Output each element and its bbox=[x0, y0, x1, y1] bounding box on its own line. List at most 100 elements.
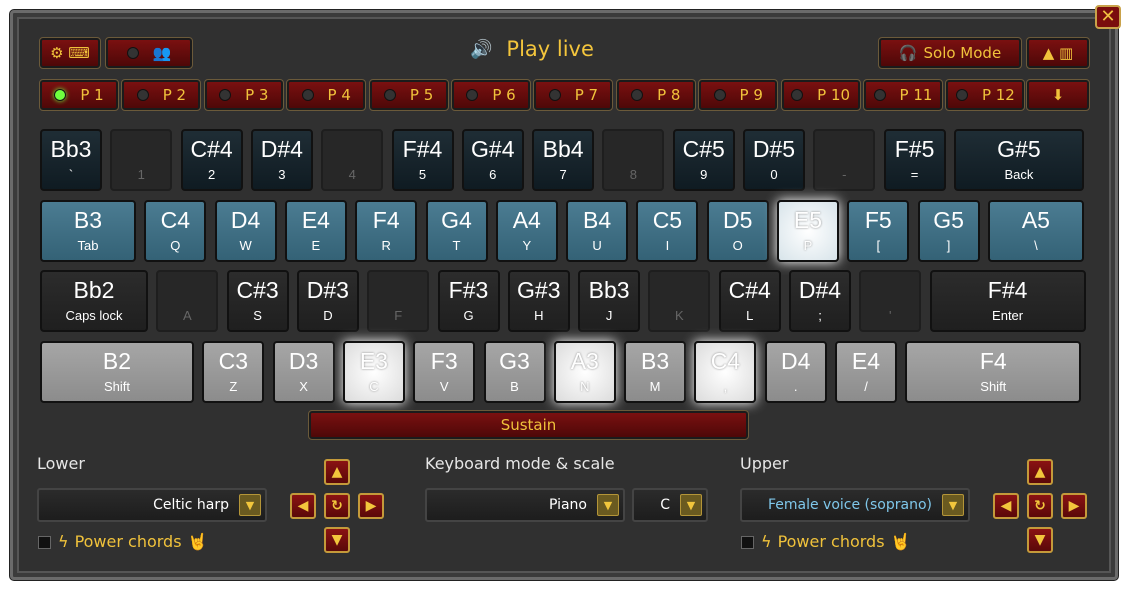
preset-button-6[interactable]: P 6 bbox=[451, 79, 531, 111]
key-note: G#4 bbox=[471, 136, 515, 162]
key-shortcut: L bbox=[746, 308, 754, 323]
key-row3-9[interactable]: C#4 L bbox=[718, 270, 781, 332]
lightning-icon: ϟ bbox=[761, 532, 772, 551]
key-row2-0[interactable]: B3 Tab bbox=[40, 200, 136, 262]
key-row3-12[interactable]: F#4 Enter bbox=[929, 270, 1086, 332]
key-row2-5[interactable]: G4 T bbox=[425, 200, 488, 262]
upper-left-button[interactable]: ◀ bbox=[993, 493, 1019, 519]
reset-icon: ↻ bbox=[331, 498, 343, 514]
key-row1-8[interactable]: 8 bbox=[602, 129, 665, 191]
sustain-label: Sustain bbox=[500, 416, 557, 434]
key-row4-8[interactable]: C4, bbox=[694, 341, 757, 403]
key-row3-5[interactable]: F#3 G bbox=[437, 270, 500, 332]
key-row3-10[interactable]: D#4; bbox=[789, 270, 851, 332]
lower-power-chords[interactable]: ϟ Power chords 🤘 bbox=[58, 532, 207, 551]
key-row4-11[interactable]: F4 Shift bbox=[905, 341, 1082, 403]
upper-power-chords[interactable]: ϟ Power chords 🤘 bbox=[761, 532, 910, 551]
key-row3-4[interactable]: F bbox=[367, 270, 430, 332]
key-row4-4[interactable]: F3 V bbox=[413, 341, 476, 403]
key-row1-2[interactable]: C#4 2 bbox=[180, 129, 243, 191]
lower-instrument-select[interactable]: Celtic harp ▼ bbox=[37, 488, 267, 522]
preset-button-1[interactable]: P 1 bbox=[39, 79, 119, 111]
key-row1-4[interactable]: 4 bbox=[321, 129, 384, 191]
key-row3-8[interactable]: K bbox=[648, 270, 711, 332]
lower-up-button[interactable]: ▲ bbox=[324, 459, 350, 485]
key-row1-13[interactable]: G#5 Back bbox=[953, 129, 1084, 191]
key-row1-10[interactable]: D#5 0 bbox=[743, 129, 805, 191]
settings-keyboard-button[interactable]: ⚙ ⌨ bbox=[39, 37, 101, 69]
download-button[interactable]: ⬇ bbox=[1026, 79, 1090, 111]
key-row1-0[interactable]: Bb3 ` bbox=[40, 129, 102, 191]
collapse-button[interactable]: ▲ ▥ bbox=[1026, 37, 1090, 69]
lower-down-button[interactable]: ▼ bbox=[324, 527, 350, 553]
preset-button-4[interactable]: P 4 bbox=[286, 79, 367, 111]
sustain-button[interactable]: Sustain bbox=[308, 410, 749, 440]
scale-select[interactable]: C ▼ bbox=[632, 488, 708, 522]
preset-button-2[interactable]: P 2 bbox=[121, 79, 202, 111]
key-row3-11[interactable]: ' bbox=[859, 270, 922, 332]
key-row4-1[interactable]: C3 Z bbox=[202, 341, 265, 403]
key-row1-1[interactable]: 1 bbox=[110, 129, 173, 191]
key-row4-6[interactable]: A3 N bbox=[553, 341, 616, 403]
key-row1-11[interactable]: - bbox=[813, 129, 876, 191]
key-row1-6[interactable]: G#4 6 bbox=[461, 129, 524, 191]
preset-button-3[interactable]: P 3 bbox=[203, 79, 284, 111]
key-row4-10[interactable]: E4 / bbox=[835, 341, 897, 403]
key-row1-12[interactable]: F#5 = bbox=[883, 129, 946, 191]
preset-button-10[interactable]: P 10 bbox=[780, 79, 861, 111]
key-row2-11[interactable]: F5 [ bbox=[847, 200, 910, 262]
upper-right-button[interactable]: ▶ bbox=[1061, 493, 1087, 519]
key-row2-8[interactable]: C5 I bbox=[636, 200, 699, 262]
preset-button-8[interactable]: P 8 bbox=[615, 79, 696, 111]
upper-power-chords-checkbox[interactable] bbox=[741, 536, 754, 549]
key-row2-9[interactable]: D5 O bbox=[706, 200, 769, 262]
key-shortcut: U bbox=[592, 238, 602, 253]
lower-left-button[interactable]: ◀ bbox=[290, 493, 316, 519]
key-row4-5[interactable]: G3 B bbox=[483, 341, 546, 403]
preset-button-11[interactable]: P 11 bbox=[863, 79, 943, 111]
key-row2-1[interactable]: C4 Q bbox=[144, 200, 207, 262]
key-row4-9[interactable]: D4. bbox=[764, 341, 827, 403]
preset-button-9[interactable]: P 9 bbox=[698, 79, 779, 111]
preset-button-7[interactable]: P 7 bbox=[533, 79, 614, 111]
key-note: A4 bbox=[512, 207, 541, 233]
key-row3-0[interactable]: Bb2 Caps lock bbox=[40, 270, 148, 332]
key-row2-4[interactable]: F4 R bbox=[355, 200, 418, 262]
key-row1-7[interactable]: Bb4 7 bbox=[532, 129, 595, 191]
key-row3-2[interactable]: C#3 S bbox=[226, 270, 289, 332]
lower-power-chords-checkbox[interactable] bbox=[38, 536, 51, 549]
upper-up-button[interactable]: ▲ bbox=[1027, 459, 1053, 485]
preset-button-12[interactable]: P 12 bbox=[945, 79, 1026, 111]
key-row4-7[interactable]: B3 M bbox=[624, 341, 687, 403]
key-row2-6[interactable]: A4 Y bbox=[495, 200, 558, 262]
solo-mode-button[interactable]: 🎧 Solo Mode bbox=[878, 37, 1022, 69]
upper-reset-button[interactable]: ↻ bbox=[1027, 493, 1053, 519]
key-row2-13[interactable]: A5 \ bbox=[987, 200, 1084, 262]
key-row1-5[interactable]: F#4 5 bbox=[391, 129, 454, 191]
key-row2-12[interactable]: G5] bbox=[917, 200, 980, 262]
key-row2-7[interactable]: B4 U bbox=[566, 200, 629, 262]
key-row3-6[interactable]: G#3 H bbox=[507, 270, 570, 332]
key-row3-3[interactable]: D#3 D bbox=[296, 270, 359, 332]
lower-reset-button[interactable]: ↻ bbox=[324, 493, 350, 519]
key-row4-2[interactable]: D3 X bbox=[272, 341, 335, 403]
preset-button-5[interactable]: P 5 bbox=[368, 79, 449, 111]
key-shortcut: K bbox=[675, 308, 684, 323]
key-shortcut: P bbox=[803, 238, 813, 253]
key-row1-3[interactable]: D#4 3 bbox=[250, 129, 313, 191]
key-row3-7[interactable]: Bb3 J bbox=[578, 270, 641, 332]
key-row4-0[interactable]: B2 Shift bbox=[40, 341, 194, 403]
speaker-icon[interactable]: 🔊 bbox=[470, 39, 492, 60]
group-button[interactable]: 👥 bbox=[105, 37, 193, 69]
keyboard-mode-select[interactable]: Piano ▼ bbox=[425, 488, 625, 522]
close-button[interactable]: ✕ bbox=[1095, 5, 1121, 29]
key-row2-3[interactable]: E4 E bbox=[284, 200, 347, 262]
key-row2-10[interactable]: E5 P bbox=[777, 200, 839, 262]
key-row3-1[interactable]: A bbox=[156, 270, 219, 332]
lower-right-button[interactable]: ▶ bbox=[358, 493, 384, 519]
key-row1-9[interactable]: C#5 9 bbox=[672, 129, 735, 191]
key-row2-2[interactable]: D4 W bbox=[214, 200, 277, 262]
upper-instrument-select[interactable]: Female voice (soprano) ▼ bbox=[740, 488, 970, 522]
key-row4-3[interactable]: E3 C bbox=[342, 341, 405, 403]
upper-down-button[interactable]: ▼ bbox=[1027, 527, 1053, 553]
